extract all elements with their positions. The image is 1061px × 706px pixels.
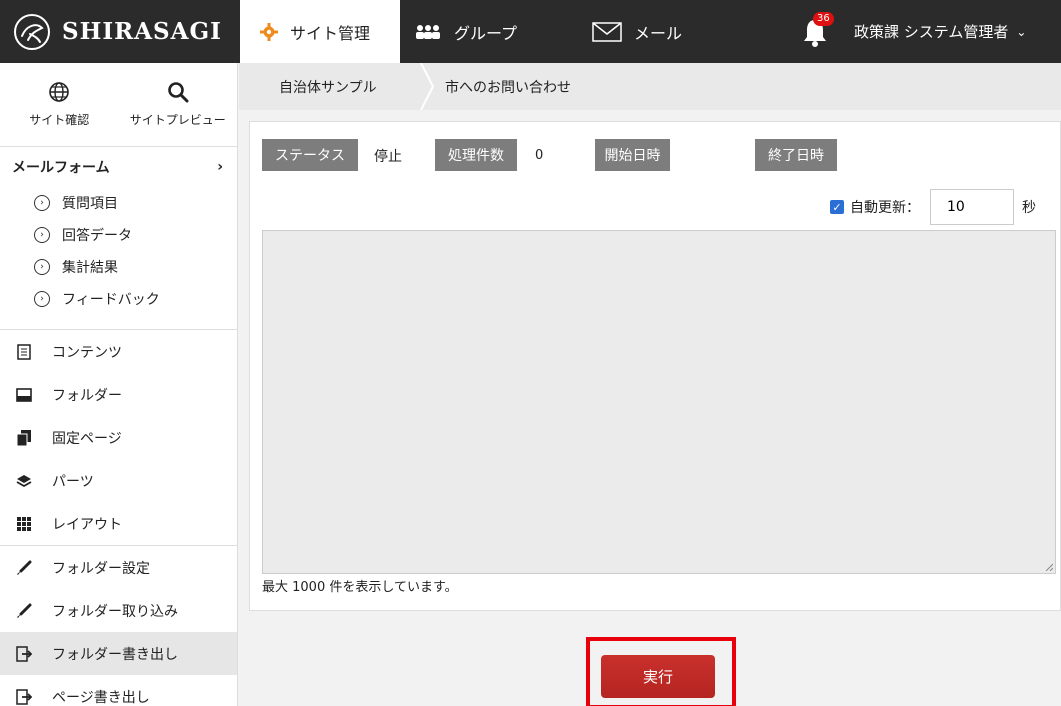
sidebar-item-questions[interactable]: › 質問項目 xyxy=(0,187,237,219)
nav-mail-label: メール xyxy=(634,23,683,43)
sidebar-item-folder-export[interactable]: フォルダー書き出し xyxy=(0,632,237,675)
logo[interactable]: SHIRASAGI xyxy=(0,0,238,63)
heron-logo-icon xyxy=(14,13,50,50)
resize-grip-icon[interactable] xyxy=(1045,563,1053,571)
top-header: SHIRASAGI サイト管理 グループ メール 36 政策課 システム管理者 … xyxy=(0,0,1061,63)
circle-chevron-icon: › xyxy=(34,291,50,307)
log-limit-note: 最大 1000 件を表示しています。 xyxy=(262,580,458,595)
status-value: 停止 xyxy=(374,149,402,165)
site-check-button[interactable]: サイト確認 xyxy=(0,63,119,146)
circle-chevron-icon: › xyxy=(34,259,50,275)
breadcrumb-item-form[interactable]: 市へのお問い合わせ xyxy=(429,63,591,110)
notification-badge: 36 xyxy=(813,12,834,26)
file-export-icon xyxy=(16,645,32,662)
sidebar-item-label: フォルダー書き出し xyxy=(52,646,178,663)
breadcrumb-item-site[interactable]: 自治体サンプル xyxy=(239,63,429,110)
grid-icon xyxy=(16,516,32,532)
sidebar-item-fixed-page[interactable]: 固定ページ xyxy=(0,416,237,459)
nav-mail[interactable]: メール xyxy=(592,0,682,63)
count-value: 0 xyxy=(535,148,544,163)
nav-site-label: サイト管理 xyxy=(290,23,371,43)
nav-site-admin[interactable]: サイト管理 xyxy=(240,0,400,63)
sidebar-item-label: 固定ページ xyxy=(52,430,122,447)
user-name: 政策課 システム管理者 xyxy=(854,23,1009,41)
layers-icon xyxy=(16,473,32,489)
site-preview-button[interactable]: サイトプレビュー xyxy=(119,63,238,146)
sidebar-item-contents[interactable]: コンテンツ xyxy=(0,330,237,373)
sidebar-item-parts[interactable]: パーツ xyxy=(0,459,237,502)
sidebar-item-layout[interactable]: レイアウト xyxy=(0,502,237,545)
sidebar: サイト確認 サイトプレビュー メールフォーム › › 質問項目 › 回答データ … xyxy=(0,63,238,706)
breadcrumb-label: 市へのお問い合わせ xyxy=(445,79,571,96)
auto-refresh-label: 自動更新： xyxy=(850,200,920,216)
sidebar-item-label: コンテンツ xyxy=(52,344,122,361)
sidebar-top: サイト確認 サイトプレビュー xyxy=(0,63,237,147)
sidebar-item-folder-settings[interactable]: フォルダー設定 xyxy=(0,546,237,589)
mail-icon xyxy=(592,21,622,42)
sidebar-item-label: 集計結果 xyxy=(62,260,118,276)
mail-form-title: メールフォーム xyxy=(12,160,110,176)
nav-group-label: グループ xyxy=(454,23,518,43)
sidebar-item-folder-import[interactable]: フォルダー取り込み xyxy=(0,589,237,632)
chevron-right-icon: › xyxy=(217,159,223,175)
auto-refresh-checkbox[interactable]: ✓ xyxy=(830,200,844,214)
sidebar-item-label: フォルダー取り込み xyxy=(52,603,178,620)
wrench-icon xyxy=(16,560,32,576)
user-menu[interactable]: 政策課 システム管理者 ⌄ xyxy=(854,0,1026,63)
sidebar-item-label: フォルダー xyxy=(52,387,122,404)
logo-text: SHIRASAGI xyxy=(62,18,222,45)
site-preview-label: サイトプレビュー xyxy=(129,113,226,127)
sidebar-item-folder[interactable]: フォルダー xyxy=(0,373,237,416)
sidebar-item-results[interactable]: › 集計結果 xyxy=(0,251,237,283)
chevron-down-icon: ⌄ xyxy=(1016,24,1027,39)
sidebar-item-label: 質問項目 xyxy=(62,196,118,212)
sidebar-item-page-export[interactable]: ページ書き出し xyxy=(0,675,237,706)
auto-refresh-interval-input[interactable] xyxy=(930,189,1014,225)
start-time-label: 開始日時 xyxy=(595,139,670,171)
search-icon xyxy=(167,82,189,103)
site-check-label: サイト確認 xyxy=(29,113,90,127)
auto-refresh: ✓ 自動更新： 秒 xyxy=(830,189,1036,225)
sidebar-item-label: フィードバック xyxy=(62,292,160,308)
sidebar-item-label: 回答データ xyxy=(62,228,132,244)
sidebar-item-label: レイアウト xyxy=(52,516,122,533)
sidebar-item-answers[interactable]: › 回答データ xyxy=(0,219,237,251)
document-icon xyxy=(16,343,32,360)
sidebar-item-label: フォルダー設定 xyxy=(52,560,150,577)
auto-refresh-unit: 秒 xyxy=(1022,200,1036,216)
count-label: 処理件数 xyxy=(435,139,517,171)
file-export-icon xyxy=(16,688,32,705)
run-button[interactable]: 実行 xyxy=(601,655,715,698)
group-icon xyxy=(412,23,442,41)
sidebar-item-label: パーツ xyxy=(52,473,94,490)
mail-form-header[interactable]: メールフォーム › xyxy=(0,147,237,187)
breadcrumb-label: 自治体サンプル xyxy=(279,79,377,96)
inbox-icon xyxy=(16,387,32,403)
sidebar-item-label: ページ書き出し xyxy=(52,689,150,706)
sidebar-item-feedback[interactable]: › フィードバック xyxy=(0,283,237,315)
status-label: ステータス xyxy=(262,139,358,171)
log-textarea[interactable] xyxy=(262,230,1056,574)
export-status-panel: ステータス 停止 処理件数 0 開始日時 終了日時 ✓ 自動更新： 秒 最大 1… xyxy=(249,121,1061,611)
breadcrumb: 自治体サンプル 市へのお問い合わせ xyxy=(239,63,1061,110)
gear-icon xyxy=(260,22,278,41)
circle-chevron-icon: › xyxy=(34,195,50,211)
end-time-label: 終了日時 xyxy=(755,139,837,171)
circle-chevron-icon: › xyxy=(34,227,50,243)
page-copy-icon xyxy=(16,429,32,446)
nav-group[interactable]: グループ xyxy=(412,0,517,63)
globe-icon xyxy=(49,82,70,102)
wrench-icon xyxy=(16,603,32,619)
